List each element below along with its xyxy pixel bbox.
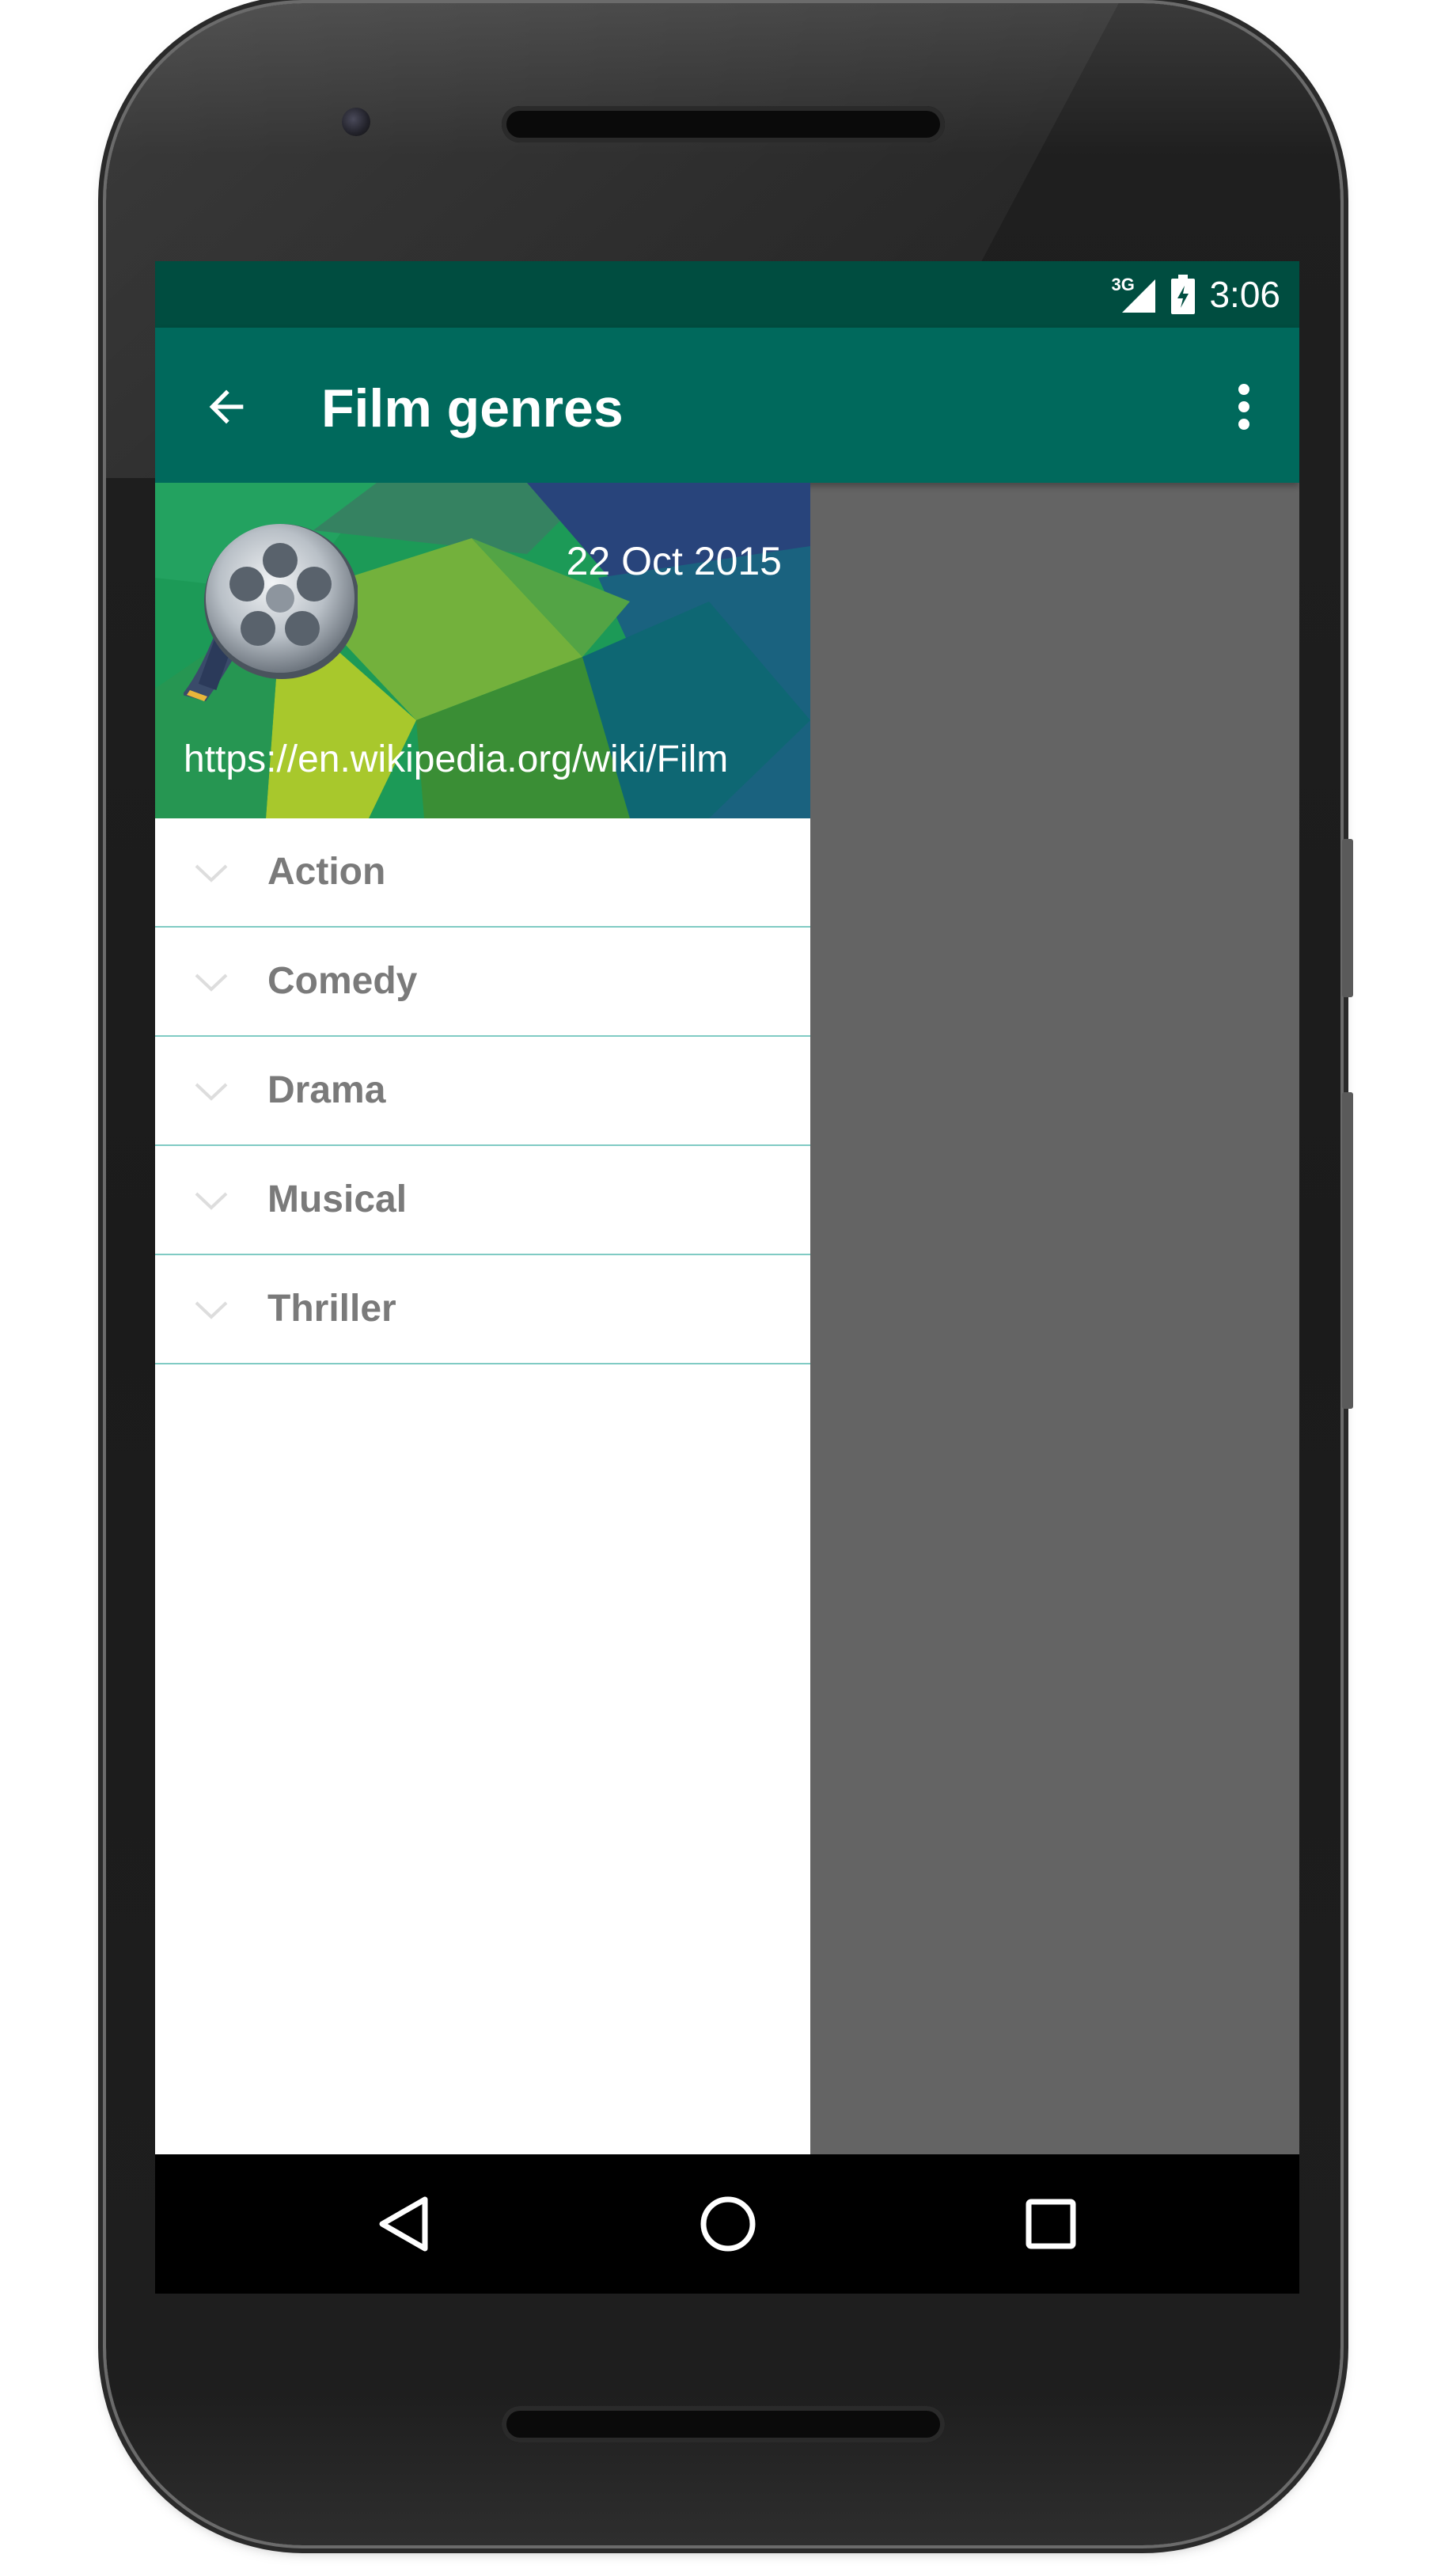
status-time: 3:06 xyxy=(1209,274,1280,315)
film-reel-icon xyxy=(182,514,359,708)
chevron-down-icon xyxy=(195,1301,228,1319)
nav-recents-button[interactable] xyxy=(1011,2184,1090,2264)
chevron-down-icon xyxy=(195,864,228,882)
genre-label: Thriller xyxy=(267,1288,396,1330)
more-vert-icon xyxy=(1238,384,1249,430)
signal-icon: 3G xyxy=(1111,275,1157,314)
drawer-scrim[interactable] xyxy=(810,483,1299,2154)
genre-label: Action xyxy=(267,851,386,893)
page-title: Film genres xyxy=(321,378,624,438)
genre-item-action[interactable]: Action xyxy=(155,818,810,928)
genre-label: Comedy xyxy=(267,960,418,1002)
genre-list: Action Comedy Drama Musical Thriller xyxy=(155,818,810,1364)
genre-item-musical[interactable]: Musical xyxy=(155,1146,810,1255)
system-nav-bar xyxy=(155,2154,1299,2294)
front-camera xyxy=(342,108,370,136)
genre-item-comedy[interactable]: Comedy xyxy=(155,928,810,1037)
nav-home-button[interactable] xyxy=(688,2184,768,2264)
header-url[interactable]: https://en.wikipedia.org/wiki/Film xyxy=(184,738,728,781)
bottom-speaker xyxy=(502,2406,945,2442)
arrow-back-icon xyxy=(209,389,244,424)
app-bar: Film genres xyxy=(155,328,1299,483)
overflow-menu-button[interactable] xyxy=(1220,375,1268,438)
back-button[interactable] xyxy=(195,375,258,438)
nav-home-icon xyxy=(700,2196,756,2252)
nav-recents-icon xyxy=(1026,2199,1076,2249)
genre-label: Musical xyxy=(267,1178,408,1220)
screen: 3G 3:06 Film genres 22 Oct 2015 https://… xyxy=(155,261,1299,2294)
genre-label: Drama xyxy=(267,1069,386,1111)
chevron-down-icon xyxy=(195,973,228,992)
genre-item-drama[interactable]: Drama xyxy=(155,1037,810,1146)
navigation-drawer: 22 Oct 2015 https://en.wikipedia.org/wik… xyxy=(155,483,810,2154)
chevron-down-icon xyxy=(195,1192,228,1210)
genre-item-thriller[interactable]: Thriller xyxy=(155,1255,810,1364)
status-bar: 3G 3:06 xyxy=(155,261,1299,328)
chevron-down-icon xyxy=(195,1083,228,1101)
battery-icon xyxy=(1171,275,1196,314)
volume-button xyxy=(1342,1092,1353,1409)
nav-back-button[interactable] xyxy=(364,2184,443,2264)
nav-back-icon xyxy=(379,2196,428,2252)
drawer-header: 22 Oct 2015 https://en.wikipedia.org/wik… xyxy=(155,483,810,818)
header-date: 22 Oct 2015 xyxy=(566,539,782,583)
power-button xyxy=(1342,839,1353,997)
top-speaker xyxy=(502,106,945,142)
